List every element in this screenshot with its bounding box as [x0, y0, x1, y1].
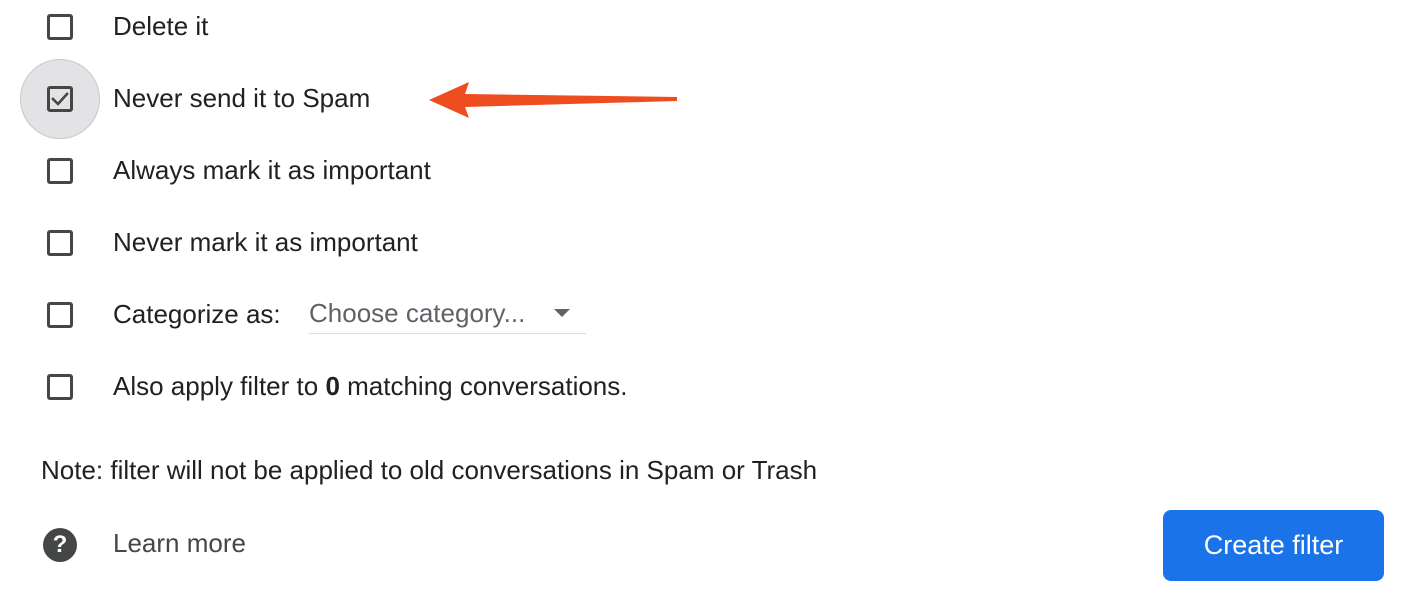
never-important-label: Never mark it as important: [113, 227, 418, 257]
create-filter-button[interactable]: Create filter: [1163, 510, 1384, 581]
never-send-to-spam-checkbox[interactable]: [47, 86, 73, 112]
category-select[interactable]: Choose category...: [309, 293, 586, 334]
delete-it-label: Delete it: [113, 11, 209, 41]
always-important-label: Always mark it as important: [113, 155, 431, 185]
delete-it-checkbox[interactable]: [47, 14, 73, 40]
category-select-value: Choose category...: [309, 297, 526, 328]
filter-note: Note: filter will not be applied to old …: [41, 455, 818, 485]
checkbox-container: [20, 203, 100, 283]
apply-label-suffix: matching conversations.: [339, 371, 628, 401]
question-circle-icon[interactable]: ?: [43, 528, 77, 562]
always-important-checkbox[interactable]: [47, 158, 73, 184]
checkbox-container: [20, 0, 100, 67]
matching-count: 0: [325, 371, 340, 401]
never-send-to-spam-label: Never send it to Spam: [113, 83, 371, 113]
annotation-arrow-icon: [429, 82, 677, 118]
never-important-checkbox[interactable]: [47, 230, 73, 256]
checkbox-focus-halo: [20, 59, 100, 139]
checkbox-container: [20, 347, 100, 427]
apply-to-existing-checkbox[interactable]: [47, 374, 73, 400]
checkbox-container: [20, 275, 100, 355]
apply-to-existing-label: Also apply filter to 0 matching conversa…: [113, 371, 628, 402]
dropdown-caret-icon: [554, 309, 570, 317]
checkmark-icon: [51, 92, 69, 106]
categorize-checkbox[interactable]: [47, 302, 73, 328]
learn-more-link[interactable]: Learn more: [113, 528, 246, 559]
categorize-label: Categorize as:: [113, 299, 281, 329]
apply-label-prefix: Also apply filter to: [113, 371, 326, 401]
checkbox-container: [20, 131, 100, 211]
